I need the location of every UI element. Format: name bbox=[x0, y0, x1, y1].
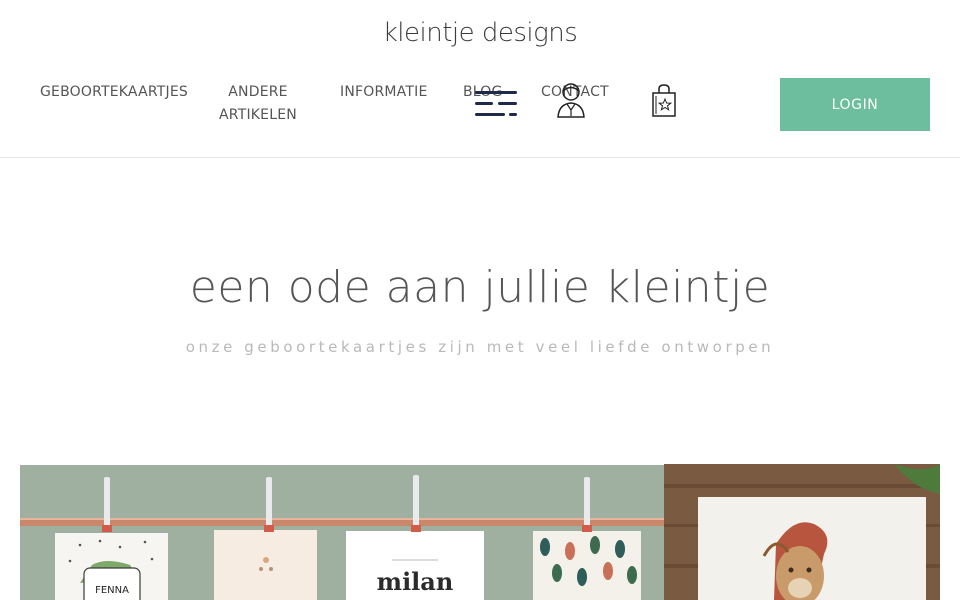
nav-item-geboortekaartjes[interactable]: GEBOORTEKAARTJES bbox=[40, 81, 188, 104]
hero-title: een ode aan jullie kleintje bbox=[189, 262, 771, 313]
gallery-image-lion-card[interactable] bbox=[664, 464, 940, 600]
shopping-bag-icon[interactable] bbox=[650, 83, 678, 117]
lion-card-illustration bbox=[664, 464, 940, 600]
site-logo[interactable]: kleintje designs bbox=[0, 18, 960, 48]
cards-on-rail-illustration: FENNA milan bbox=[20, 465, 664, 600]
nav-item-label-line1: ANDERE bbox=[228, 84, 288, 100]
nav-item-label-line2: ARTIKELEN bbox=[219, 107, 297, 123]
nav-item-informatie[interactable]: INFORMATIE bbox=[340, 81, 428, 104]
nav-item-andere-artikelen[interactable]: ANDERE ARTIKELEN bbox=[212, 81, 304, 127]
hero-subtitle: onze geboortekaartjes zijn met veel lief… bbox=[185, 338, 775, 356]
card-name-fenna: FENNA bbox=[95, 585, 129, 596]
header-divider bbox=[0, 157, 960, 158]
login-button[interactable]: LOGIN bbox=[780, 78, 930, 131]
menu-icon[interactable] bbox=[474, 89, 518, 119]
user-icon[interactable] bbox=[556, 82, 586, 118]
card-name-milan: milan bbox=[377, 567, 454, 596]
gallery-image-cards-on-rail[interactable]: FENNA milan bbox=[20, 465, 664, 600]
